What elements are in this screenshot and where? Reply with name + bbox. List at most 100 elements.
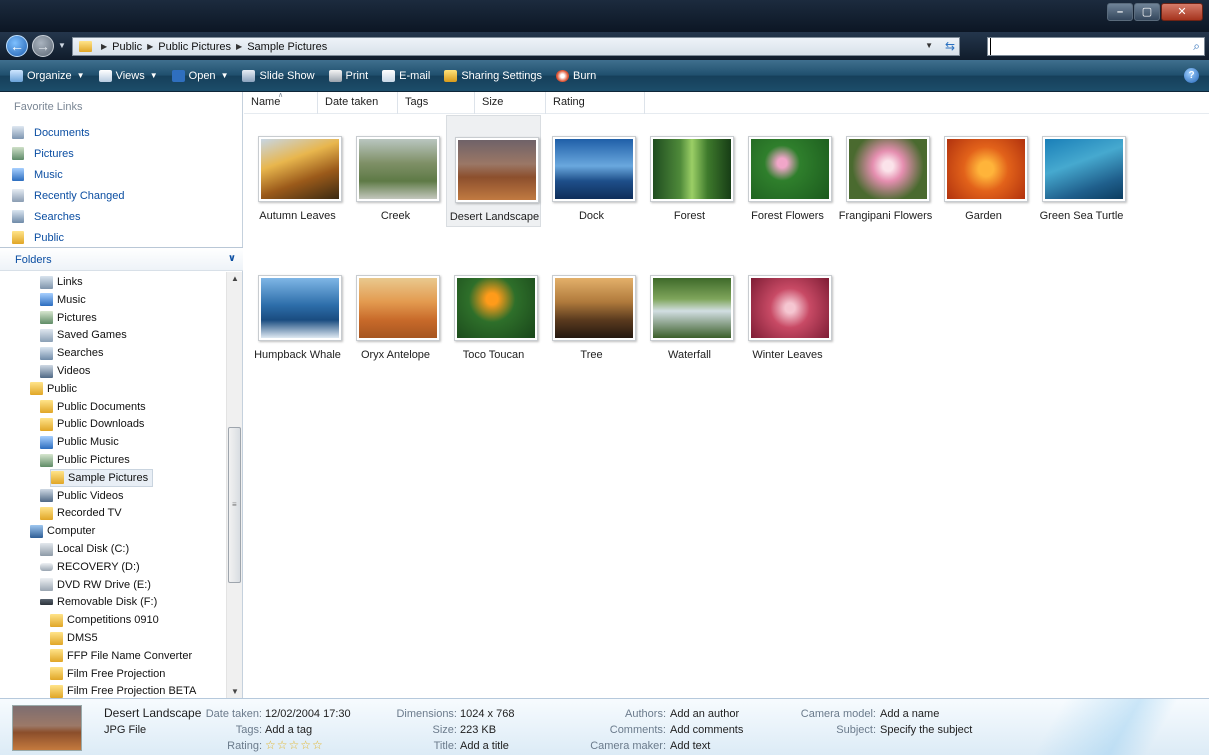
thumbnail-item[interactable]: Oryx Antelope — [348, 254, 443, 366]
tree-item[interactable]: DVD RW Drive (E:) — [40, 576, 151, 594]
authors-value[interactable]: Add an author — [670, 708, 739, 720]
favorite-recently-changed[interactable]: Recently Changed — [0, 185, 242, 206]
slideshow-button[interactable]: Slide Show — [242, 69, 315, 82]
tree-item[interactable]: Links — [40, 273, 83, 291]
email-button[interactable]: E-mail — [382, 69, 430, 82]
thumbnail-item[interactable]: Waterfall — [642, 254, 737, 366]
tree-item[interactable]: Public Downloads — [40, 415, 144, 433]
music-icon — [12, 168, 24, 181]
recent-pages-dropdown[interactable]: ▼ — [58, 41, 66, 50]
tree-item-label: Searches — [57, 347, 104, 360]
rating-stars[interactable]: ☆☆☆☆☆ — [265, 738, 324, 752]
refresh-icon[interactable]: ⇆ — [945, 39, 955, 53]
thumbnail-frame — [356, 275, 440, 341]
thumbnail-item[interactable]: Creek — [348, 115, 443, 227]
favorite-public[interactable]: Public — [0, 227, 242, 248]
chevron-down-icon[interactable]: ∨ — [228, 253, 236, 264]
column-header-date-taken[interactable]: Date taken — [318, 92, 398, 114]
thumbnail-item[interactable]: Desert Landscape — [446, 115, 541, 227]
subject-value[interactable]: Specify the subject — [880, 724, 972, 736]
tree-item[interactable]: Sample Pictures — [50, 468, 154, 487]
tree-item[interactable]: FFP File Name Converter — [50, 647, 192, 665]
favorite-documents[interactable]: Documents — [0, 122, 242, 143]
favorite-searches[interactable]: Searches — [0, 206, 242, 227]
tags-value[interactable]: Add a tag — [265, 724, 312, 736]
thumbnail-item[interactable]: Frangipani Flowers — [838, 115, 933, 227]
tree-item[interactable]: Pictures — [40, 309, 97, 327]
folders-header[interactable]: Folders ∨ — [0, 247, 243, 271]
tree-item[interactable]: Saved Games — [40, 326, 127, 344]
open-button[interactable]: Open ▼ — [171, 69, 228, 82]
views-button[interactable]: Views ▼ — [98, 69, 158, 82]
tree-item[interactable]: Public — [30, 380, 77, 398]
sharing-settings-button[interactable]: Sharing Settings — [444, 69, 542, 82]
scroll-up-icon[interactable]: ▲ — [231, 274, 239, 283]
search-box[interactable]: ⌕ — [987, 37, 1205, 56]
command-toolbar: Organize ▼ Views ▼ Open ▼ Slide Show Pri… — [0, 60, 1209, 92]
minimize-button[interactable]: – — [1107, 3, 1133, 21]
breadcrumb-public[interactable]: Public — [112, 41, 142, 53]
back-button[interactable]: ← — [6, 35, 28, 57]
tree-item[interactable]: Removable Disk (F:) — [40, 593, 157, 611]
tree-item[interactable]: Public Documents — [40, 398, 146, 416]
column-header-size[interactable]: Size — [475, 92, 546, 114]
tree-item[interactable]: Videos — [40, 362, 90, 380]
scrollbar-thumb[interactable]: ≡ — [228, 427, 241, 583]
thumbnail-item[interactable]: Forest — [642, 115, 737, 227]
search-input[interactable] — [990, 38, 1180, 55]
favorite-pictures[interactable]: Pictures — [0, 143, 242, 164]
burn-button[interactable]: Burn — [556, 69, 596, 82]
tree-item[interactable]: Competitions 0910 — [50, 611, 159, 629]
title-value[interactable]: Add a title — [460, 740, 509, 752]
tree-item[interactable]: RECOVERY (D:) — [40, 558, 140, 576]
column-header-rating[interactable]: Rating — [546, 92, 645, 114]
tree-item[interactable]: Searches — [40, 344, 103, 362]
tree-item[interactable]: DMS5 — [50, 629, 98, 647]
address-dropdown-icon[interactable]: ▼ — [925, 41, 933, 50]
thumbnail-item[interactable]: Toco Toucan — [446, 254, 541, 366]
breadcrumb-separator-icon[interactable]: ▶ — [236, 42, 242, 51]
tree-item[interactable]: Recorded TV — [40, 504, 122, 522]
tree-item[interactable]: Film Free Projection — [50, 665, 165, 683]
breadcrumb-public-pictures[interactable]: Public Pictures — [158, 41, 231, 53]
tree-item[interactable]: Local Disk (C:) — [40, 540, 129, 558]
tree-item[interactable]: Public Pictures — [40, 451, 130, 469]
thumbnail-item[interactable]: Autumn Leaves — [250, 115, 345, 227]
close-button[interactable]: ✕ — [1161, 3, 1203, 21]
thumbnail-item[interactable]: Dock — [544, 115, 639, 227]
thumbnail-item[interactable]: Tree — [544, 254, 639, 366]
address-bar[interactable]: ▶ Public ▶ Public Pictures ▶ Sample Pict… — [72, 37, 960, 56]
maximize-button[interactable]: ▢ — [1134, 3, 1160, 21]
favorite-music[interactable]: Music — [0, 164, 242, 185]
search-icon[interactable]: ⌕ — [1193, 39, 1200, 54]
thumbnail-item[interactable]: Forest Flowers — [740, 115, 835, 227]
burn-disc-icon — [556, 69, 570, 82]
thumbnail-item[interactable]: Garden — [936, 115, 1031, 227]
tree-item[interactable]: Film Free Projection BETA — [50, 682, 196, 698]
folder-icon — [40, 417, 53, 431]
tree-item[interactable]: Public Music — [40, 433, 119, 451]
camera-maker-label: Camera maker: — [590, 740, 666, 752]
forward-button[interactable]: → — [32, 35, 54, 57]
camera-maker-value[interactable]: Add text — [670, 740, 710, 752]
help-icon[interactable]: ? — [1184, 68, 1199, 83]
tree-item[interactable]: Public Videos — [40, 487, 123, 505]
tree-item[interactable]: Computer — [30, 522, 95, 540]
column-header-name[interactable]: ∧ Name — [244, 92, 318, 114]
thumbnail-item[interactable]: Green Sea Turtle — [1034, 115, 1129, 227]
organize-button[interactable]: Organize ▼ — [10, 69, 85, 82]
tree-item[interactable]: Music — [40, 291, 86, 309]
date-taken-value[interactable]: 12/02/2004 17:30 — [265, 708, 351, 720]
breadcrumb-separator-icon[interactable]: ▶ — [147, 42, 153, 51]
breadcrumb-sample-pictures[interactable]: Sample Pictures — [247, 41, 327, 53]
thumbnail-item[interactable]: Winter Leaves — [740, 254, 835, 366]
comments-value[interactable]: Add comments — [670, 724, 743, 736]
thumbnail-item[interactable]: Humpback Whale — [250, 254, 345, 366]
breadcrumb-separator-icon[interactable]: ▶ — [101, 42, 107, 51]
scroll-down-icon[interactable]: ▼ — [231, 687, 239, 696]
folders-label: Folders — [15, 254, 52, 266]
column-header-tags[interactable]: Tags — [398, 92, 475, 114]
folder-tree-scrollbar[interactable]: ▲ ≡ ▼ — [226, 272, 242, 698]
camera-model-value[interactable]: Add a name — [880, 708, 939, 720]
print-button[interactable]: Print — [328, 69, 368, 82]
